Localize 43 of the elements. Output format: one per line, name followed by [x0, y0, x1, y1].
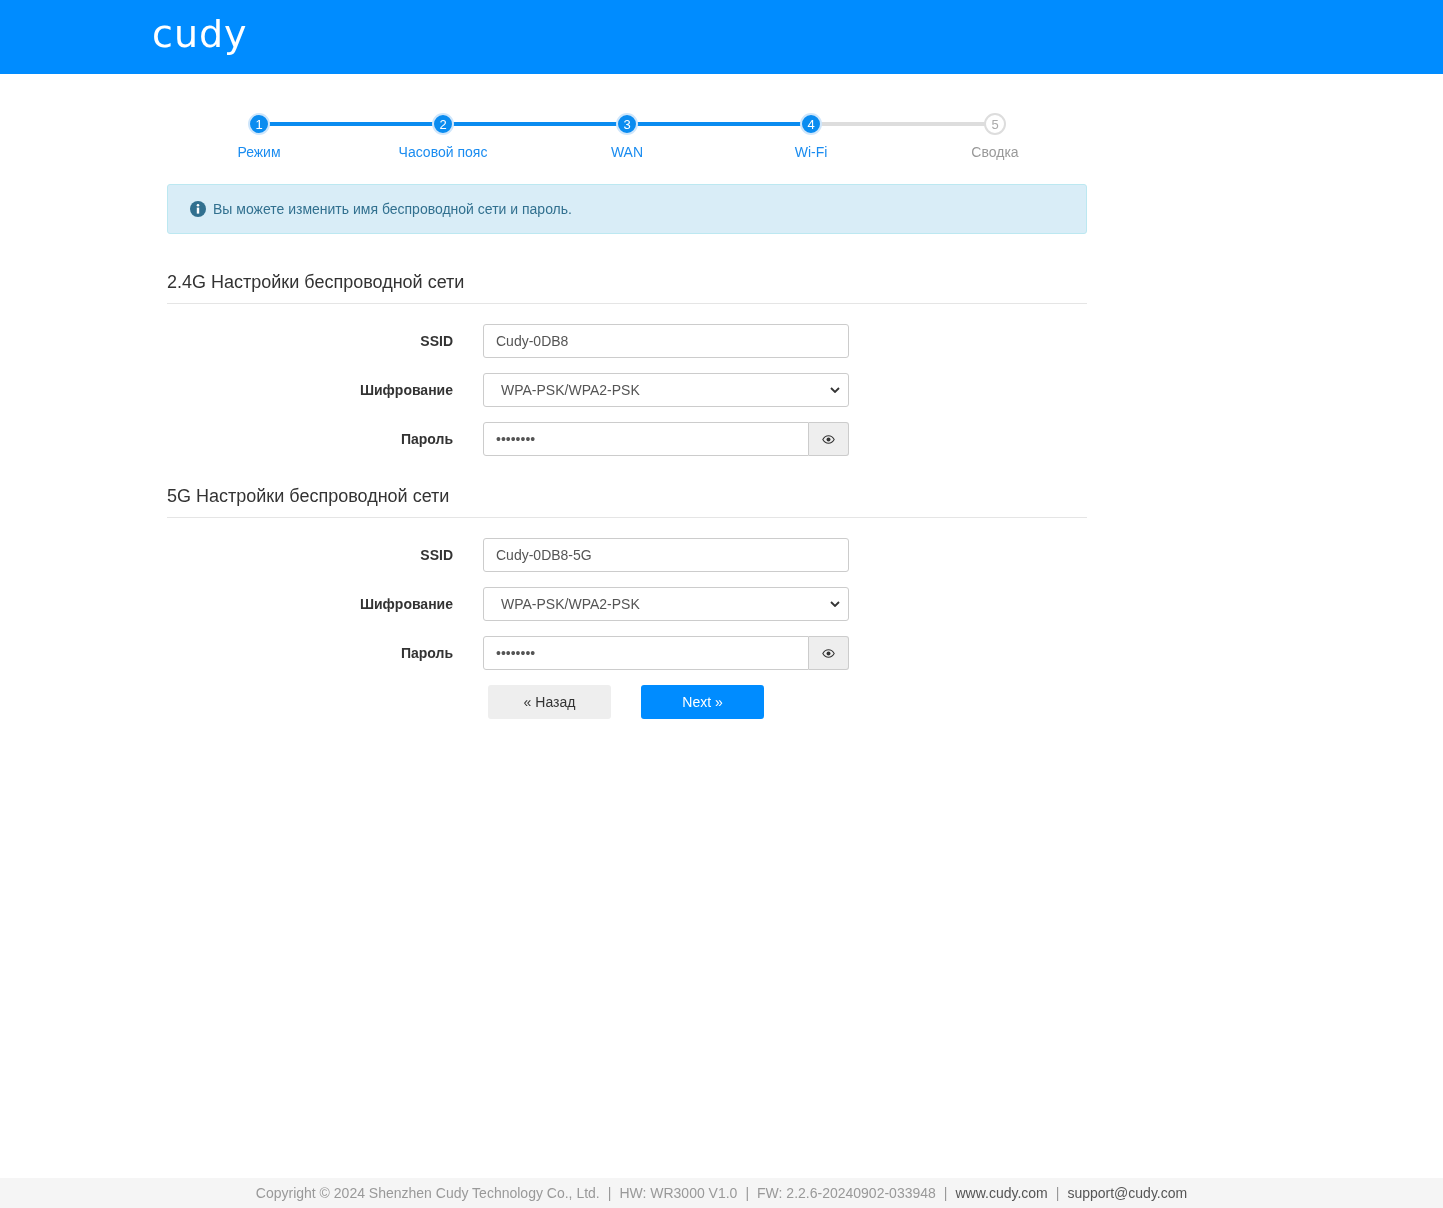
step-number: 5 — [984, 113, 1006, 135]
step-number: 1 — [248, 113, 270, 135]
show-password-button[interactable] — [809, 422, 849, 456]
footer-link[interactable]: support@cudy.com — [1067, 1185, 1188, 1201]
password-input[interactable]: •••••••• — [483, 422, 809, 456]
footer-text: HW: WR3000 V1.0 — [619, 1185, 738, 1201]
ssid-input[interactable]: Cudy-0DB8 — [483, 324, 849, 358]
footer-separator: | — [1055, 1185, 1060, 1201]
password-input[interactable]: •••••••• — [483, 636, 809, 670]
step-label: WAN — [610, 144, 644, 160]
footer-separator: | — [943, 1185, 948, 1201]
encryption-select[interactable]: WPA-PSK/WPA2-PSK — [483, 587, 849, 621]
footer-link[interactable]: www.cudy.com — [955, 1185, 1048, 1201]
footer-separator: | — [745, 1185, 750, 1201]
footer-text: Copyright © 2024 Shenzhen Cudy Technology Co., Ltd. — [255, 1185, 600, 1201]
field-label: SSID — [419, 547, 453, 563]
chevron-down-icon — [830, 387, 840, 393]
show-password-button[interactable] — [809, 636, 849, 670]
footer-text: FW: 2.2.6-20240902-033948 — [757, 1185, 936, 1201]
step-label: Wi-Fi — [794, 144, 828, 160]
section-title: 2.4G Настройки беспроводной сети — [167, 272, 1087, 304]
ssid-input[interactable]: Cudy-0DB8-5G — [483, 538, 849, 572]
eye-icon — [822, 434, 835, 444]
field-label: Шифрование — [358, 382, 453, 398]
info-text: Вы можете изменить имя беспроводной сети и пароль. — [213, 201, 572, 217]
field-label: Пароль — [399, 431, 453, 447]
footer-separator: | — [607, 1185, 612, 1201]
step-label: Режим — [237, 144, 281, 160]
field-label: Пароль — [399, 645, 453, 661]
logo: cudy — [152, 12, 248, 56]
step-label: Часовой пояс — [398, 144, 488, 160]
field-label: Шифрование — [358, 596, 453, 612]
encryption-select[interactable]: WPA-PSK/WPA2-PSK — [483, 373, 849, 407]
section-title: 5G Настройки беспроводной сети — [167, 486, 1087, 518]
chevron-down-icon — [830, 601, 840, 607]
back-button[interactable]: « Назад — [488, 685, 611, 719]
step-number: 3 — [616, 113, 638, 135]
field-label: SSID — [419, 333, 453, 349]
eye-icon — [822, 648, 835, 658]
step-number: 4 — [800, 113, 822, 135]
info-icon — [190, 201, 206, 217]
step-number: 2 — [432, 113, 454, 135]
step-label: Сводка — [971, 144, 1019, 160]
